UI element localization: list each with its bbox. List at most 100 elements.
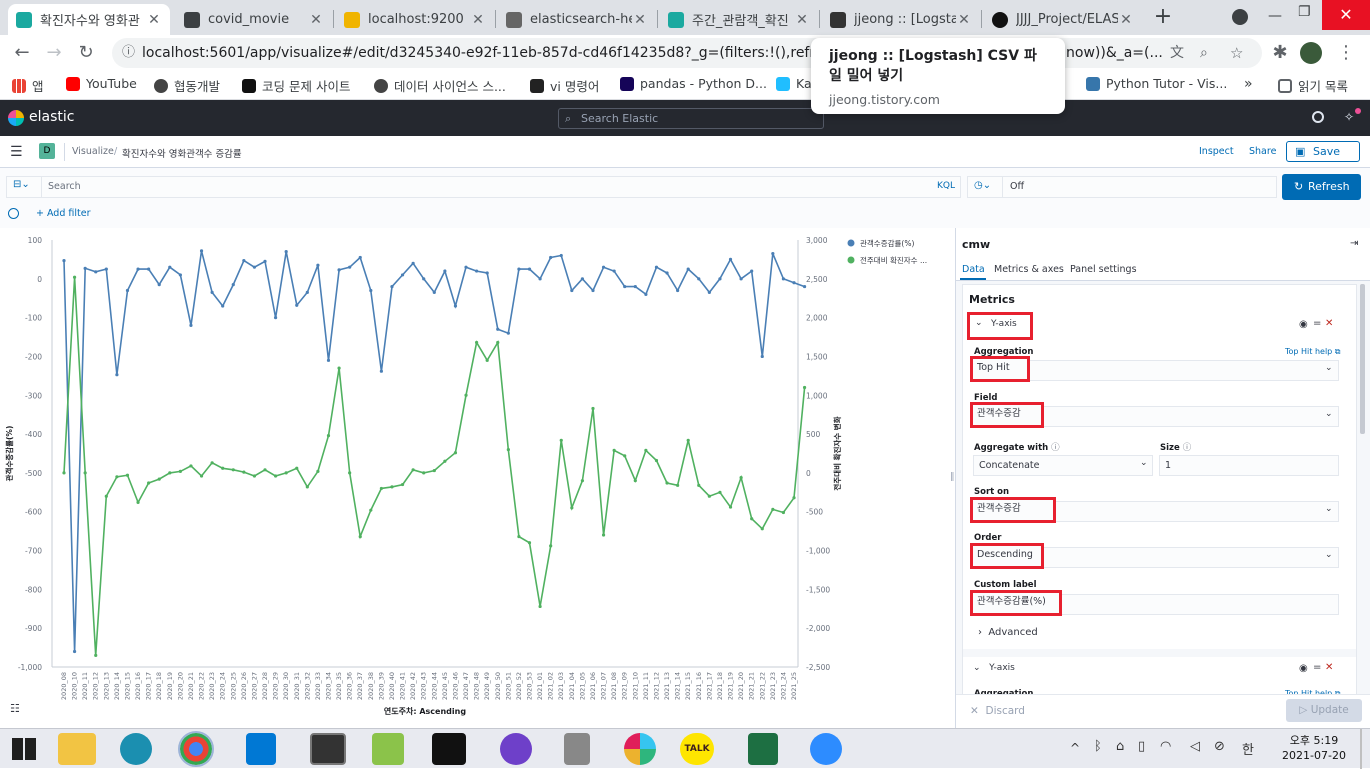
scrollbar[interactable] xyxy=(1360,284,1365,434)
more-bookmarks-icon[interactable]: » xyxy=(1244,76,1253,92)
newsfeed-icon[interactable]: ✧ xyxy=(1344,110,1354,124)
line-chart[interactable]: 100 0 -100 -200 -300 -400 -500 -600 -700 -800 -900… xyxy=(0,228,952,728)
bookmark-pythontutor[interactable]: Python Tutor - Vis... xyxy=(1086,76,1227,91)
avatar[interactable] xyxy=(1300,42,1322,64)
restore-icon[interactable]: ❐ xyxy=(1298,4,1311,20)
yaxis-accordion[interactable]: ⌄ Y-axis xyxy=(967,312,1033,340)
new-tab-button[interactable]: + xyxy=(1152,5,1174,29)
query-input[interactable]: ⊟⌄ Search KQL xyxy=(6,176,961,198)
github-desktop-icon[interactable] xyxy=(500,733,532,765)
notepad-icon[interactable] xyxy=(372,733,404,765)
app-icon[interactable] xyxy=(120,733,152,765)
tab-search-icon[interactable] xyxy=(1232,9,1248,25)
bookmark-apps[interactable]: 앱 xyxy=(12,76,44,95)
bookmark-pandas[interactable]: pandas - Python D... xyxy=(620,76,767,91)
bookmark-collab[interactable]: 협동개발 xyxy=(154,76,220,95)
calculator-icon[interactable] xyxy=(564,733,590,765)
network-icon[interactable]: ⌂ xyxy=(1116,739,1124,754)
bluetooth-icon[interactable]: ᛒ xyxy=(1094,739,1102,754)
tab-visualize[interactable]: 확진자수와 영화관 ✕ xyxy=(8,4,170,35)
bookmark-datascience[interactable]: 데이터 사이언스 스... xyxy=(374,76,506,95)
forward-icon[interactable]: → xyxy=(40,39,68,67)
aggregate-with-select[interactable]: Concatenate xyxy=(973,455,1153,476)
panel-resize-handle[interactable]: ‖ xyxy=(950,472,955,482)
zoom-app-icon[interactable] xyxy=(810,733,842,765)
tray-chevron-icon[interactable]: ^ xyxy=(1070,741,1080,755)
translate-icon[interactable]: 文 xyxy=(1170,38,1184,68)
hamburger-menu-icon[interactable]: ☰ xyxy=(10,144,23,160)
excel-icon[interactable] xyxy=(748,733,778,765)
close-icon[interactable]: ✕ xyxy=(794,12,810,28)
drag-handle-icon[interactable]: = xyxy=(1313,318,1321,329)
minimize-icon[interactable]: — xyxy=(1268,8,1282,24)
bookmark-coding[interactable]: 코딩 문제 사이트 xyxy=(242,76,350,95)
tab-localhost-9200[interactable]: localhost:9200 ✕ xyxy=(336,4,494,35)
reading-list[interactable]: 읽기 목록 xyxy=(1278,76,1348,95)
close-icon[interactable]: ✕ xyxy=(308,12,324,28)
wifi-icon[interactable]: ◠ xyxy=(1160,739,1171,754)
ime-indicator[interactable]: 한 xyxy=(1242,739,1254,758)
tab-data[interactable]: Data xyxy=(962,264,985,275)
tab-weekly-audience[interactable]: 주간_관람객_확진 ✕ xyxy=(660,4,818,35)
remove-icon[interactable]: ✕ xyxy=(1325,318,1333,329)
yaxis2-accordion[interactable]: ⌄ Y-axis xyxy=(973,663,1015,673)
bookmark-ka[interactable]: Ka xyxy=(776,76,812,91)
filter-options-icon[interactable] xyxy=(8,208,19,219)
legend-toggle-icon[interactable]: ☷ xyxy=(10,702,20,715)
tab-elasticsearch-head[interactable]: elasticsearch-head ✕ xyxy=(498,4,656,35)
elastic-logo-icon[interactable] xyxy=(8,110,24,126)
cmd-icon[interactable] xyxy=(432,733,466,765)
volume-icon[interactable]: ◁ xyxy=(1190,739,1200,754)
zoom-icon[interactable]: ⌕ xyxy=(1200,38,1208,68)
kakaotalk-icon[interactable]: TALK xyxy=(680,733,714,765)
tab-jjeong-logstash[interactable]: jjeong :: [Logstash ✕ xyxy=(822,4,980,35)
show-desktop-button[interactable] xyxy=(1360,729,1362,769)
breadcrumb-visualize[interactable]: Visualize xyxy=(72,146,114,157)
bookmark-vi[interactable]: vi 명령어 xyxy=(530,76,599,95)
share-button[interactable]: Share xyxy=(1249,146,1276,157)
help-icon[interactable] xyxy=(1312,111,1324,123)
clock[interactable]: 오후 5:19 2021-07-20 xyxy=(1274,733,1354,763)
terminal-icon[interactable] xyxy=(310,733,346,765)
tab-panel-settings[interactable]: Panel settings xyxy=(1070,264,1137,275)
bookmark-youtube[interactable]: YouTube xyxy=(66,76,137,91)
reload-icon[interactable]: ↻ xyxy=(72,39,100,67)
size-input[interactable]: 1 xyxy=(1159,455,1339,476)
space-avatar[interactable]: D xyxy=(39,143,55,159)
info-icon[interactable]: ⓘ xyxy=(122,38,135,68)
inspect-button[interactable]: Inspect xyxy=(1199,146,1234,157)
chrome-icon[interactable] xyxy=(178,731,214,767)
remove-icon[interactable]: ✕ xyxy=(1325,662,1333,673)
collapse-sidebar-icon[interactable]: ⇥ xyxy=(1350,238,1358,249)
close-icon[interactable]: ✕ xyxy=(956,12,972,28)
time-picker[interactable]: ◷⌄ Off xyxy=(967,176,1277,198)
advanced-toggle[interactable]: › Advanced xyxy=(978,627,1038,638)
question-icon[interactable]: ⓘ xyxy=(1183,443,1192,453)
eye-icon[interactable]: ◉ xyxy=(1299,663,1308,674)
elastic-logo-text[interactable]: elastic xyxy=(29,109,74,125)
refresh-button[interactable]: ↻ Refresh xyxy=(1282,174,1361,200)
battery-icon[interactable]: ▯ xyxy=(1138,739,1145,754)
back-icon[interactable]: ← xyxy=(8,39,36,67)
global-search-input[interactable]: ⌕ Search Elastic xyxy=(558,108,824,129)
url-input[interactable]: ⓘ localhost:5601/app/visualize#/edit/d32… xyxy=(112,38,1262,68)
kql-toggle[interactable]: KQL xyxy=(937,181,955,191)
menu-kebab-icon[interactable]: ⋮ xyxy=(1332,39,1360,67)
tab-github-project[interactable]: JJJJ_Project/ELAST ✕ xyxy=(984,4,1142,35)
file-explorer-icon[interactable] xyxy=(58,733,96,765)
add-filter-button[interactable]: + Add filter xyxy=(36,208,91,219)
tab-covid-movie[interactable]: covid_movie ✕ xyxy=(176,4,332,35)
close-icon[interactable]: ✕ xyxy=(632,12,648,28)
vscode-icon[interactable] xyxy=(246,733,276,765)
slack-icon[interactable] xyxy=(624,733,656,765)
windows-start-icon[interactable] xyxy=(12,738,36,760)
focus-icon[interactable]: ⊘ xyxy=(1214,739,1225,754)
window-close-icon[interactable]: ✕ xyxy=(1322,0,1370,30)
close-icon[interactable]: ✕ xyxy=(146,12,162,28)
extensions-icon[interactable]: ✱ xyxy=(1266,39,1294,67)
save-button[interactable]: ▣ Save xyxy=(1286,141,1360,162)
close-icon[interactable]: ✕ xyxy=(470,12,486,28)
saved-query-icon[interactable]: ⊟⌄ xyxy=(13,179,30,190)
discard-button[interactable]: ✕ Discard xyxy=(970,705,1025,717)
update-button[interactable]: ▷ Update xyxy=(1286,699,1362,722)
